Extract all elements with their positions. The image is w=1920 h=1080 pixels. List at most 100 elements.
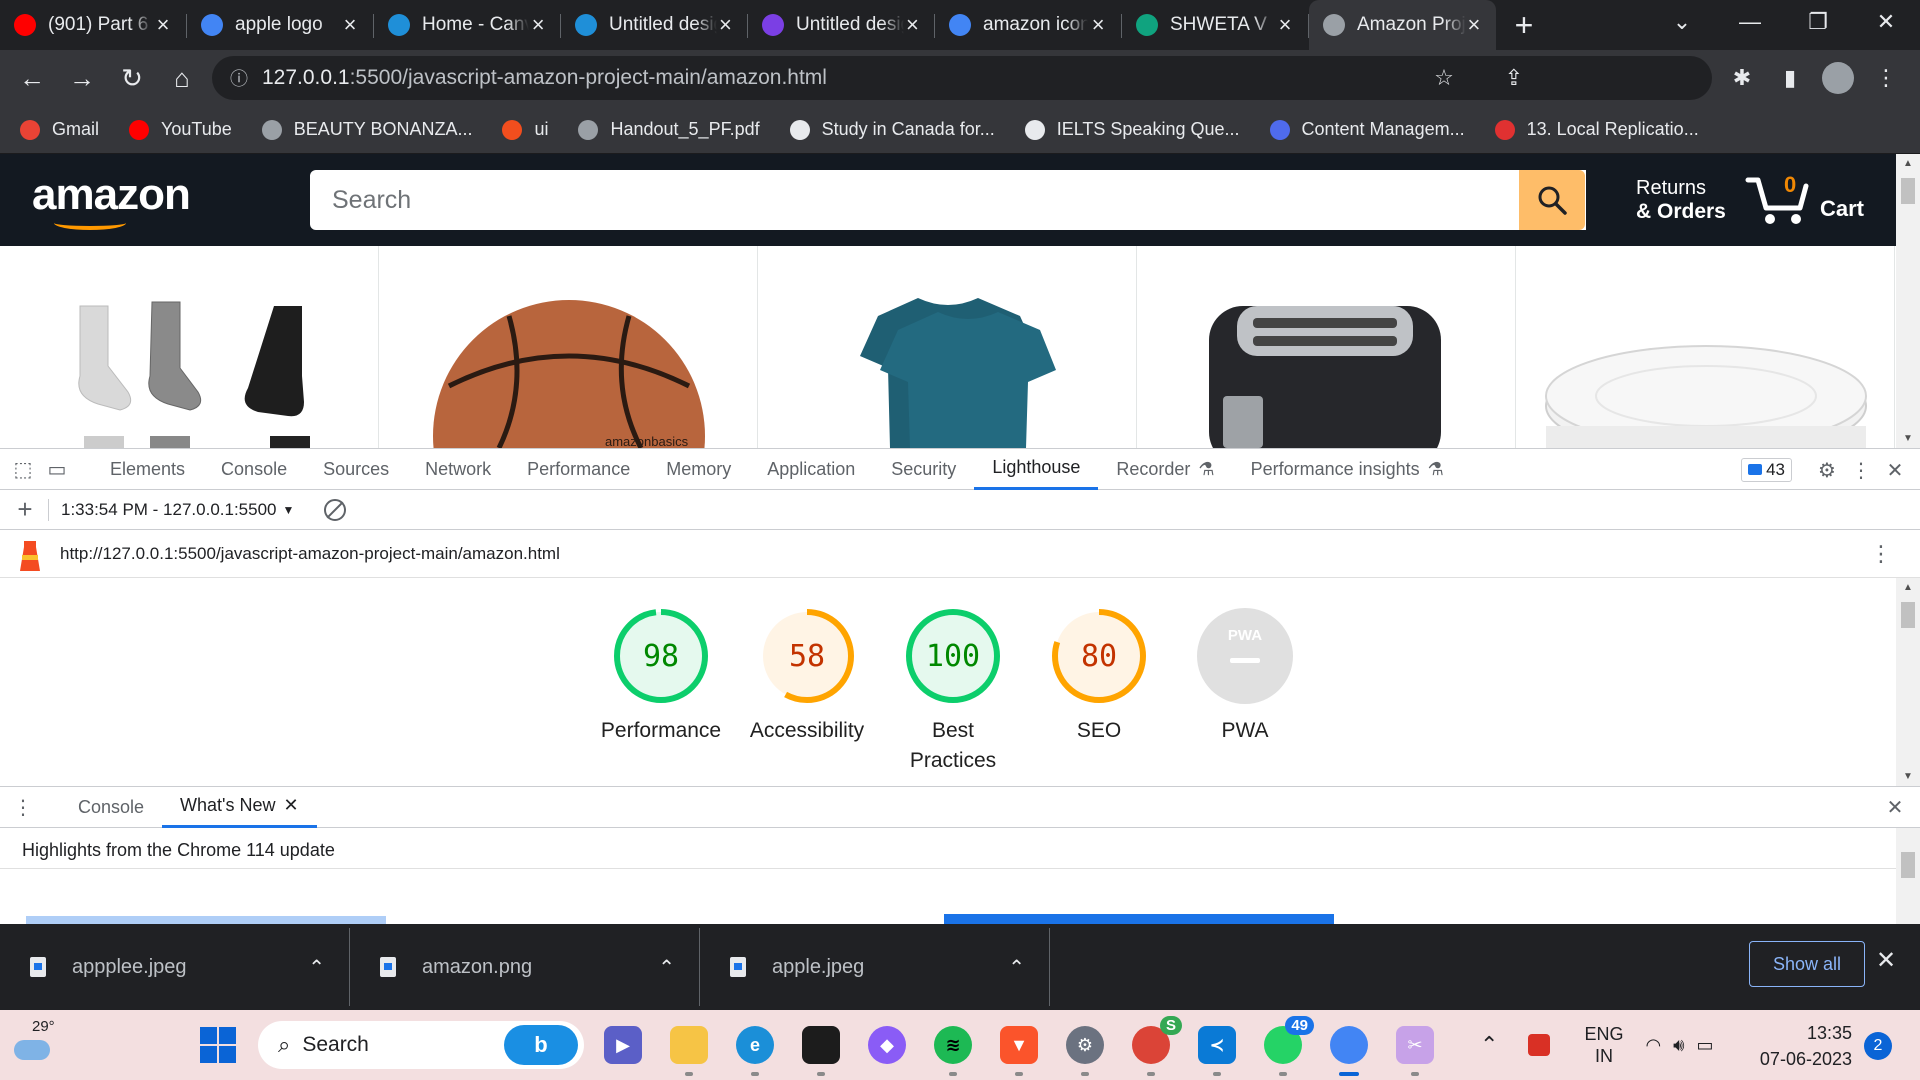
sticky-notes-icon[interactable]	[802, 1026, 840, 1076]
show-all-button[interactable]: Show all	[1749, 941, 1865, 987]
restore-button[interactable]: ❐	[1784, 0, 1852, 44]
score-gauge[interactable]: 58 Accessibility	[734, 606, 880, 776]
bookmark-item[interactable]: 13. Local Replicatio...	[1494, 119, 1699, 140]
weather-widget[interactable]: 29°	[14, 1018, 58, 1068]
home-button[interactable]: ⌂	[158, 54, 206, 102]
pwa-gauge[interactable]: PWA PWA	[1172, 606, 1318, 776]
browser-tab[interactable]: (901) Part 6 ×	[0, 0, 187, 50]
chrome-menu-icon[interactable]: ⋮	[1862, 54, 1910, 102]
bookmark-item[interactable]: Handout_5_PF.pdf	[578, 119, 760, 140]
product-plates[interactable]	[1516, 246, 1895, 448]
wifi-icon[interactable]: ◠	[1645, 1035, 1661, 1056]
bookmark-item[interactable]: Study in Canada for...	[789, 119, 995, 140]
drawer-tab[interactable]: Console	[60, 787, 162, 828]
close-tab-icon[interactable]: ✕	[284, 795, 299, 816]
side-panel-icon[interactable]: ▮	[1766, 54, 1814, 102]
devtools-tab[interactable]: Memory	[648, 449, 749, 490]
score-gauge[interactable]: 80 SEO	[1026, 606, 1172, 776]
language-indicator[interactable]: ENG IN	[1584, 1023, 1623, 1067]
close-drawer-icon[interactable]: ✕	[1878, 790, 1912, 824]
device-toolbar-icon[interactable]: ▭	[40, 452, 74, 486]
browser-tab[interactable]: Home - Canva×	[374, 0, 561, 50]
volume-icon[interactable]: 🔊︎	[1673, 1035, 1684, 1056]
report-scroll-thumb[interactable]	[1901, 602, 1915, 628]
site-info-icon[interactable]: ⓘ	[230, 65, 248, 91]
cart-link[interactable]: 0 Cart	[1744, 172, 1864, 226]
close-tab-icon[interactable]: ×	[1088, 12, 1108, 38]
download-item[interactable]: appplee.jpeg ⌃	[0, 928, 350, 1006]
download-menu-chevron-icon[interactable]: ⌃	[1008, 955, 1025, 980]
whats-new-video-peek[interactable]	[944, 914, 1334, 924]
minimize-button[interactable]: —	[1716, 0, 1784, 44]
new-report-icon[interactable]: +	[8, 493, 42, 527]
bookmark-star-icon[interactable]: ☆	[1420, 54, 1468, 102]
product-socks[interactable]	[0, 246, 379, 448]
drawer-scroll-thumb[interactable]	[1901, 852, 1915, 878]
close-shelf-icon[interactable]: ✕	[1876, 946, 1896, 975]
chrome-profile-icon[interactable]: S	[1132, 1016, 1182, 1076]
teams-chat-icon[interactable]: ▶	[604, 1026, 642, 1064]
devtools-tab[interactable]: Sources	[305, 449, 407, 490]
devtools-tab[interactable]: Network	[407, 449, 509, 490]
brave-icon[interactable]: ▼	[1000, 1026, 1038, 1076]
devtools-tab[interactable]: Recorder ⚗	[1098, 449, 1232, 490]
close-tab-icon[interactable]: ×	[529, 12, 547, 38]
inspect-element-icon[interactable]: ⬚	[6, 452, 40, 486]
notification-badge[interactable]: 2	[1864, 1032, 1892, 1060]
close-tab-icon[interactable]: ×	[717, 12, 734, 38]
file-explorer-icon[interactable]	[670, 1026, 708, 1076]
windows-start-icon[interactable]	[200, 1027, 236, 1063]
drawer-menu-icon[interactable]: ⋮	[6, 790, 40, 824]
devtools-tab[interactable]: Performance	[509, 449, 648, 490]
extensions-icon[interactable]: ✱	[1718, 54, 1766, 102]
devtools-tab[interactable]: Application	[749, 449, 873, 490]
close-tab-icon[interactable]: ×	[340, 12, 360, 38]
devtools-tab[interactable]: Performance insights ⚗	[1233, 449, 1462, 490]
drawer-tab[interactable]: What's New ✕	[162, 787, 317, 828]
scroll-up-arrow[interactable]: ▲	[1896, 158, 1920, 169]
download-menu-chevron-icon[interactable]: ⌃	[658, 955, 675, 980]
close-tab-icon[interactable]: ×	[153, 12, 173, 38]
whatsapp-icon[interactable]: 49	[1264, 1016, 1314, 1076]
browser-tab[interactable]: Amazon Project×	[1309, 0, 1496, 50]
spotify-icon[interactable]: ≋	[934, 1026, 972, 1076]
bing-icon[interactable]: b	[504, 1025, 578, 1065]
show-hidden-icons[interactable]: ⌃	[1480, 1032, 1498, 1058]
issues-counter[interactable]: 43	[1741, 458, 1792, 482]
settings-icon[interactable]: ⚙	[1066, 1026, 1104, 1076]
product-tshirt[interactable]	[758, 246, 1137, 448]
devtools-tab[interactable]: Lighthouse	[974, 449, 1099, 490]
reload-button[interactable]: ↻	[108, 54, 156, 102]
score-gauge[interactable]: 98 Performance	[588, 606, 734, 776]
report-scroll-up[interactable]: ▲	[1896, 582, 1920, 593]
tab-search-icon[interactable]: ⌄	[1648, 0, 1716, 44]
share-icon[interactable]: ⇪	[1490, 54, 1538, 102]
copilot-icon[interactable]: ◆	[868, 1026, 906, 1064]
devtools-tab[interactable]: Security	[873, 449, 974, 490]
close-devtools-icon[interactable]: ✕	[1878, 453, 1912, 487]
snipping-tool-icon[interactable]: ✂	[1396, 1026, 1434, 1076]
report-selector[interactable]: 1:33:54 PM - 127.0.0.1:5500 ▼	[61, 500, 294, 520]
bookmark-item[interactable]: ui	[502, 119, 548, 140]
scroll-down-arrow[interactable]: ▼	[1896, 433, 1920, 444]
browser-tab[interactable]: Untitled design×	[561, 0, 748, 50]
drawer-scrollbar[interactable]	[1896, 828, 1920, 924]
product-toaster[interactable]	[1137, 246, 1516, 448]
report-menu-icon[interactable]: ⋮	[1870, 541, 1892, 567]
chrome-icon[interactable]	[1330, 1026, 1368, 1076]
report-scroll-down[interactable]: ▼	[1896, 771, 1920, 782]
report-scrollbar[interactable]: ▲ ▼	[1896, 578, 1920, 786]
bookmark-item[interactable]: BEAUTY BONANZA...	[261, 119, 472, 140]
product-basketball[interactable]: amazonbasics	[379, 246, 758, 448]
download-item[interactable]: amazon.png ⌃	[350, 928, 700, 1006]
bookmark-item[interactable]: Gmail	[20, 119, 99, 140]
settings-gear-icon[interactable]: ⚙	[1810, 453, 1844, 487]
bookmark-item[interactable]: IELTS Speaking Que...	[1024, 119, 1240, 140]
browser-tab[interactable]: amazon icon ×	[935, 0, 1122, 50]
devtools-menu-icon[interactable]: ⋮	[1844, 453, 1878, 487]
system-clock[interactable]: 13:35 07-06-2023	[1752, 1020, 1852, 1072]
browser-tab[interactable]: Untitled design×	[748, 0, 935, 50]
close-tab-icon[interactable]: ×	[1275, 12, 1295, 38]
amazon-logo[interactable]: amazon	[32, 170, 191, 220]
new-tab-button[interactable]: +	[1496, 0, 1552, 50]
